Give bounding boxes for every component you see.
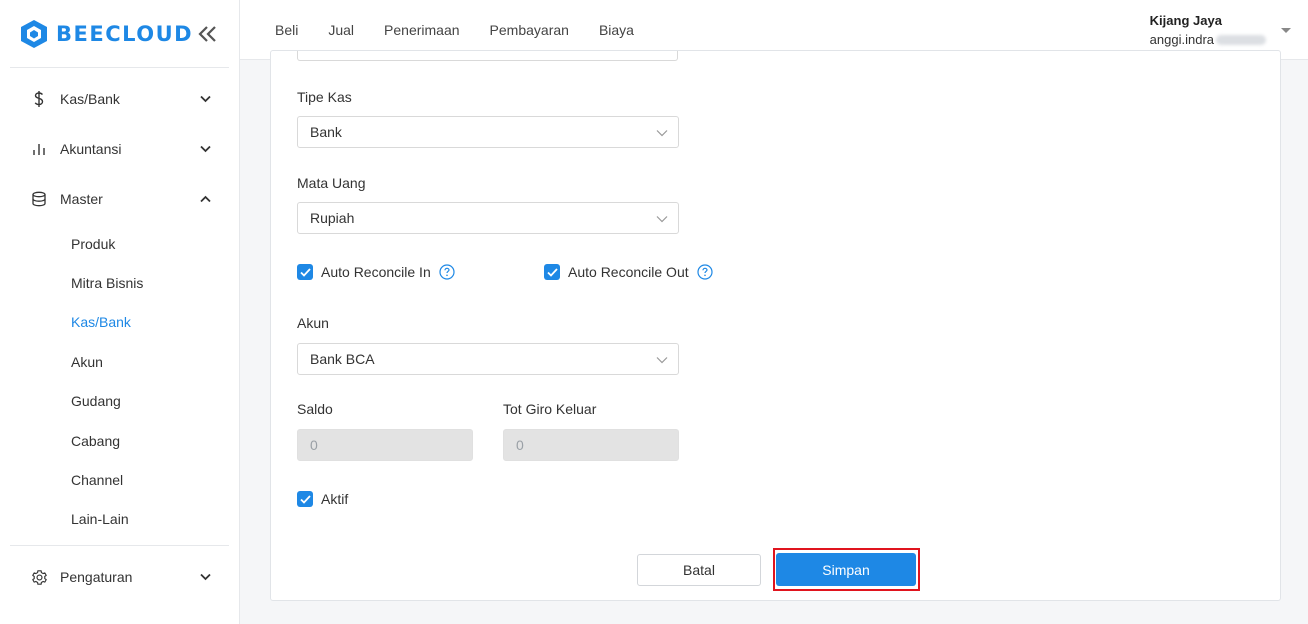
form-panel: Tipe Kas Bank Mata Uang Rupiah Auto Reco… xyxy=(270,50,1281,601)
top-menu-beli[interactable]: Beli xyxy=(275,22,298,38)
aktif-checkbox[interactable] xyxy=(297,491,313,507)
chevron-up-icon xyxy=(199,193,211,205)
dollar-icon xyxy=(30,90,48,108)
sidebar-item-kas-bank[interactable]: Kas/Bank xyxy=(0,74,239,124)
sidebar-subitem-akun[interactable]: Akun xyxy=(0,342,239,381)
auto-reconcile-out-row: Auto Reconcile Out xyxy=(544,264,713,280)
chevron-down-icon xyxy=(199,93,211,105)
beecloud-logo-icon xyxy=(21,19,47,48)
sidebar-subitem-channel[interactable]: Channel xyxy=(0,460,239,499)
sidebar-item-label: Master xyxy=(60,191,103,207)
chevron-down-icon xyxy=(199,143,211,155)
tipe-kas-select[interactable]: Bank xyxy=(297,116,679,148)
sidebar-item-label: Akuntansi xyxy=(60,141,122,157)
check-icon xyxy=(299,267,311,277)
double-chevron-left-icon xyxy=(198,25,216,42)
mata-uang-label: Mata Uang xyxy=(297,175,366,191)
check-icon xyxy=(546,267,558,277)
tot-giro-keluar-label: Tot Giro Keluar xyxy=(503,401,597,417)
chevron-down-icon xyxy=(656,130,668,137)
brand-header: BEECLOUD xyxy=(10,0,229,68)
aktif-row: Aktif xyxy=(297,491,348,507)
sidebar-item-master[interactable]: Master xyxy=(0,174,239,224)
gear-icon xyxy=(30,568,48,586)
company-name: Kijang Jaya xyxy=(1149,12,1222,28)
tot-giro-keluar-input: 0 xyxy=(503,429,679,461)
top-menu-pembayaran[interactable]: Pembayaran xyxy=(490,22,569,38)
redacted-text xyxy=(1216,35,1266,46)
akun-select[interactable]: Bank BCA xyxy=(297,343,679,375)
sidebar-item-label: Kas/Bank xyxy=(60,91,120,107)
saldo-input: 0 xyxy=(297,429,473,461)
auto-reconcile-out-checkbox[interactable] xyxy=(544,264,560,280)
top-menu-jual[interactable]: Jual xyxy=(328,22,354,38)
auto-reconcile-in-row: Auto Reconcile In xyxy=(297,264,455,280)
help-icon[interactable] xyxy=(697,264,713,280)
sidebar: BEECLOUD Kas/Bank Akuntansi Master Produ… xyxy=(0,0,240,624)
sidebar-divider xyxy=(10,545,229,547)
bar-chart-icon xyxy=(30,140,48,158)
auto-reconcile-in-label: Auto Reconcile In xyxy=(321,264,431,280)
akun-value: Bank BCA xyxy=(310,351,375,367)
sidebar-subitem-gudang[interactable]: Gudang xyxy=(0,382,239,421)
top-menu-biaya[interactable]: Biaya xyxy=(599,22,634,38)
sidebar-subitem-kas-bank[interactable]: Kas/Bank xyxy=(0,303,239,342)
mata-uang-value: Rupiah xyxy=(310,210,355,226)
sidebar-item-label: Pengaturan xyxy=(60,569,133,586)
sidebar-subitem-lain-lain[interactable]: Lain-Lain xyxy=(0,500,239,539)
user-email: anggi.indra xyxy=(1150,32,1266,47)
tipe-kas-label: Tipe Kas xyxy=(297,89,352,105)
chevron-down-icon xyxy=(199,571,211,583)
saldo-label: Saldo xyxy=(297,401,333,417)
akun-label: Akun xyxy=(297,315,329,331)
caret-down-icon xyxy=(1281,27,1291,33)
sidebar-item-akuntansi[interactable]: Akuntansi xyxy=(0,124,239,174)
cancel-button[interactable]: Batal xyxy=(637,554,761,586)
previous-field-edge xyxy=(297,51,678,61)
top-menu: Beli Jual Penerimaan Pembayaran Biaya xyxy=(240,22,664,38)
sidebar-subitem-cabang[interactable]: Cabang xyxy=(0,421,239,460)
auto-reconcile-in-checkbox[interactable] xyxy=(297,264,313,280)
top-menu-penerimaan[interactable]: Penerimaan xyxy=(384,22,460,38)
database-icon xyxy=(30,190,48,208)
sidebar-subitem-mitra-bisnis[interactable]: Mitra Bisnis xyxy=(0,263,239,302)
mata-uang-select[interactable]: Rupiah xyxy=(297,202,679,234)
tipe-kas-value: Bank xyxy=(310,124,342,140)
aktif-label: Aktif xyxy=(321,491,349,507)
auto-reconcile-out-label: Auto Reconcile Out xyxy=(568,264,689,280)
user-menu[interactable]: Kijang Jaya anggi.indra xyxy=(1150,13,1292,47)
sidebar-item-pengaturan[interactable]: Pengaturan xyxy=(0,552,239,602)
help-icon[interactable] xyxy=(439,264,455,280)
chevron-down-icon xyxy=(656,357,668,364)
brand-name: BEECLOUD xyxy=(56,21,194,46)
chevron-down-icon xyxy=(656,216,668,223)
save-button[interactable]: Simpan xyxy=(776,553,916,586)
collapse-sidebar-button[interactable] xyxy=(197,23,219,45)
sidebar-subitem-produk[interactable]: Produk xyxy=(0,224,239,263)
check-icon xyxy=(299,494,311,504)
